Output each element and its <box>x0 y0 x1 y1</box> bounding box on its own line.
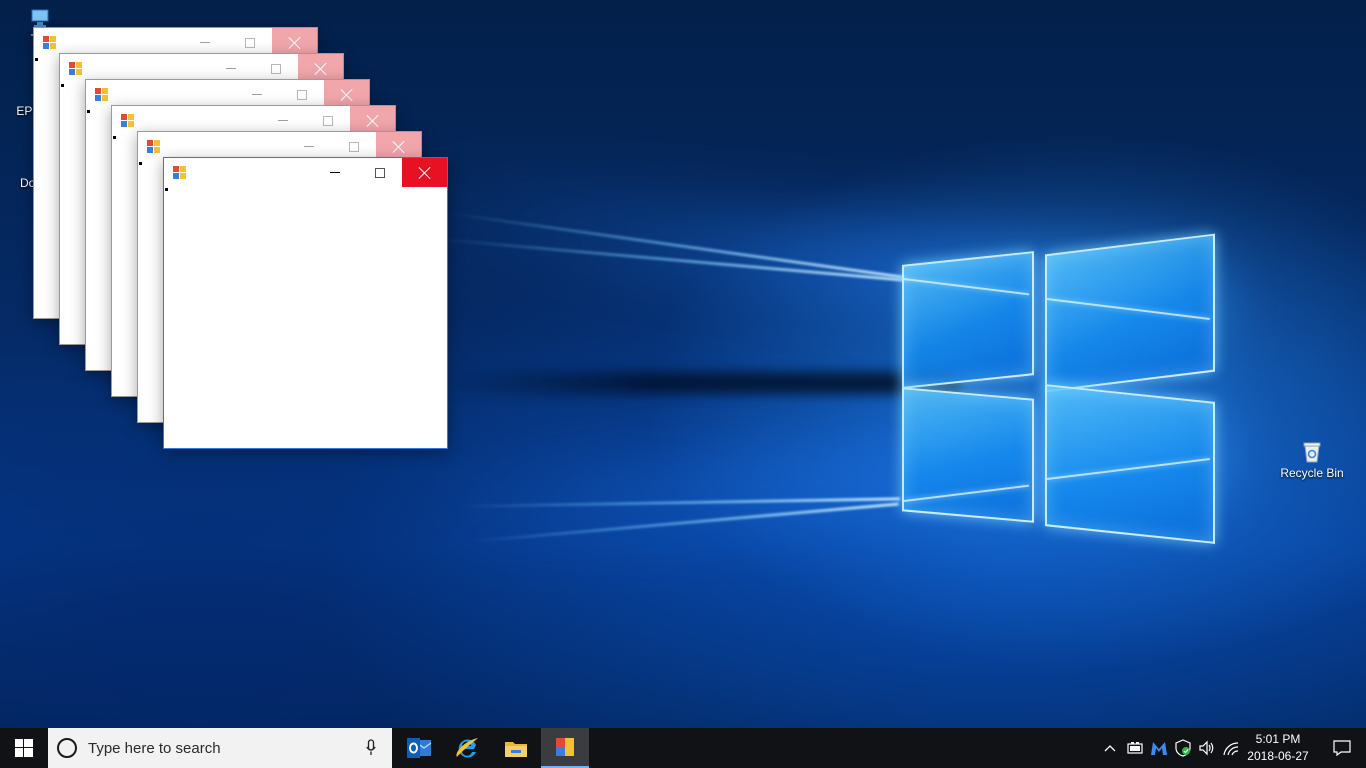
cortana-icon <box>57 738 77 758</box>
wifi-icon <box>1223 742 1239 756</box>
tray-security[interactable] <box>1172 728 1194 768</box>
close-icon <box>367 115 379 127</box>
maximize-icon <box>374 167 385 178</box>
tray-battery[interactable] <box>1124 728 1146 768</box>
maximize-icon <box>348 141 359 152</box>
maximize-icon <box>270 63 281 74</box>
internet-explorer-icon <box>456 738 478 758</box>
taskbar-search-box[interactable]: Type here to search <box>48 728 392 768</box>
winforms-app-icon <box>121 114 135 128</box>
winforms-app-icon <box>95 88 109 102</box>
maximize-icon <box>296 89 307 100</box>
minimize-icon <box>329 172 340 173</box>
winforms-app-icon <box>147 140 161 154</box>
logo-pane-bottom-right <box>1045 384 1215 544</box>
close-icon <box>419 167 431 179</box>
floor-shadow <box>440 372 960 394</box>
winforms-app-icon <box>43 36 57 50</box>
show-hidden-icons-button[interactable] <box>1100 728 1120 768</box>
logo-pane-top-left <box>902 251 1034 389</box>
form-corner-mark <box>87 110 90 113</box>
winforms-app-icon <box>173 166 187 180</box>
windows-logo-icon <box>15 739 33 757</box>
close-icon <box>393 141 405 153</box>
taskbar-app-outlook[interactable] <box>395 728 443 768</box>
app-window-6-active[interactable] <box>163 157 448 449</box>
start-button[interactable] <box>0 728 48 768</box>
search-placeholder: Type here to search <box>88 740 221 757</box>
action-center-button[interactable] <box>1318 728 1366 768</box>
tray-malwarebytes[interactable] <box>1148 728 1170 768</box>
close-icon <box>315 63 327 75</box>
form-corner-mark <box>139 162 142 165</box>
window-titlebar[interactable] <box>164 158 447 187</box>
close-icon <box>289 37 301 49</box>
taskbar-app-file-explorer[interactable] <box>492 728 540 768</box>
battery-icon <box>1127 742 1143 754</box>
taskbar-app-internet-explorer[interactable] <box>443 728 491 768</box>
form-corner-mark <box>113 136 116 139</box>
taskbar-clock[interactable]: 5:01 PM 2018-06-27 <box>1240 731 1316 765</box>
taskbar: Type here to search 5:01 PM 2018-06-27 <box>0 728 1366 768</box>
maximize-icon <box>322 115 333 126</box>
microphone-icon[interactable] <box>366 739 376 757</box>
chevron-up-icon <box>1104 745 1116 752</box>
winforms-app-icon <box>556 738 574 756</box>
maximize-button[interactable] <box>357 158 402 187</box>
recycle-bin-icon <box>1303 442 1321 463</box>
form-corner-mark <box>165 188 168 191</box>
clock-time: 5:01 PM <box>1255 732 1301 746</box>
minimize-button[interactable] <box>312 158 357 187</box>
logo-pane-top-right <box>1045 233 1215 393</box>
winforms-app-icon <box>69 62 83 76</box>
close-button[interactable] <box>402 158 447 187</box>
clock-date: 2018-06-27 <box>1247 749 1309 763</box>
minimize-icon <box>277 120 288 121</box>
minimize-icon <box>303 146 314 147</box>
speaker-icon <box>1199 740 1214 756</box>
file-explorer-icon <box>505 742 527 757</box>
tray-network[interactable] <box>1220 728 1242 768</box>
desktop-icon-label: Recycle Bin <box>1280 466 1344 480</box>
logo-pane-bottom-left <box>902 387 1034 523</box>
malwarebytes-icon <box>1151 742 1167 755</box>
minimize-icon <box>199 42 210 43</box>
notification-icon <box>1333 740 1351 757</box>
desktop-icon-recycle-bin[interactable]: Recycle Bin <box>1277 440 1347 480</box>
shield-icon <box>1175 739 1191 757</box>
form-corner-mark <box>61 84 64 87</box>
close-icon <box>341 89 353 101</box>
tray-volume[interactable] <box>1196 728 1218 768</box>
maximize-icon <box>244 37 255 48</box>
taskbar-app-winforms-active[interactable] <box>541 728 589 768</box>
form-corner-mark <box>35 58 38 61</box>
outlook-icon <box>407 738 432 758</box>
minimize-icon <box>251 94 262 95</box>
minimize-icon <box>225 68 236 69</box>
